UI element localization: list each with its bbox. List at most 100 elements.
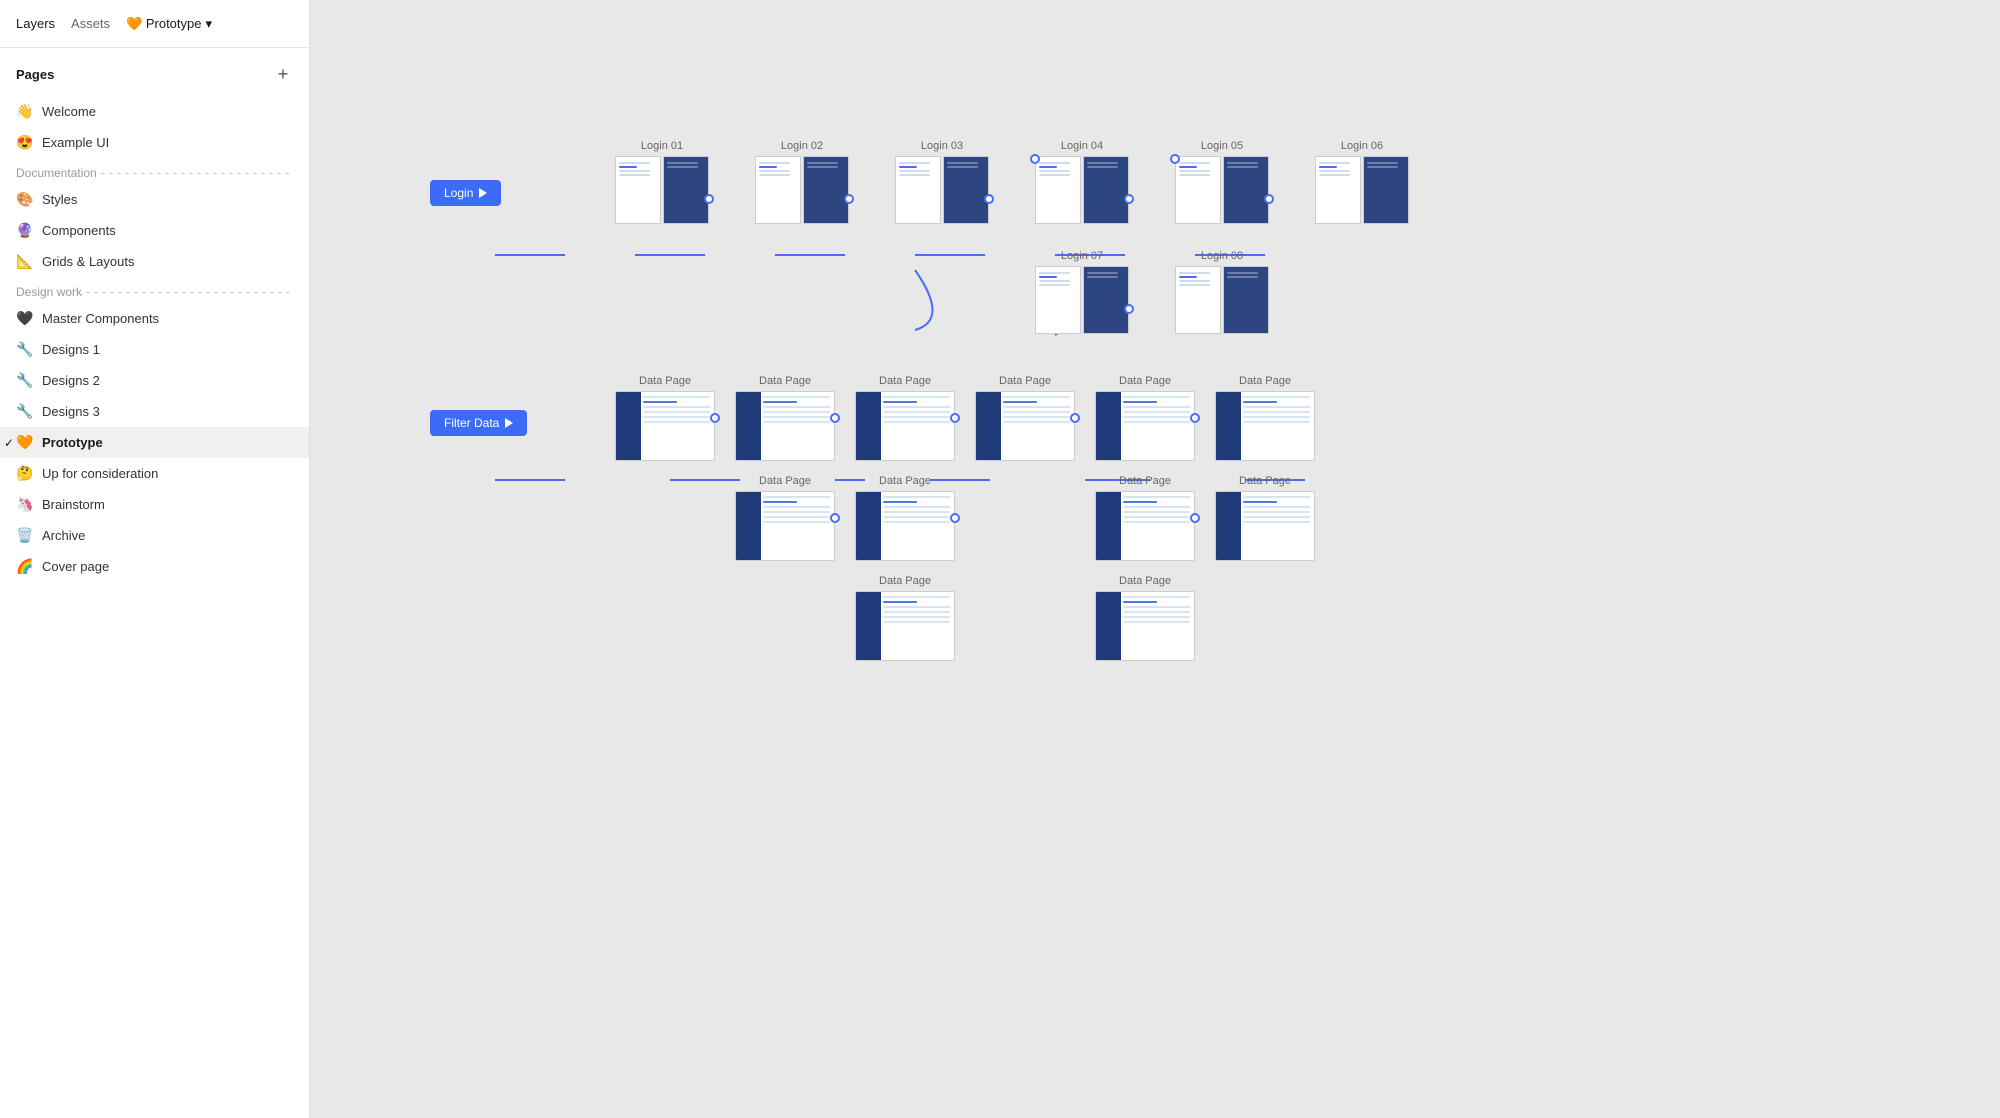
login-play-icon [479,188,487,198]
tab-assets[interactable]: Assets [71,14,110,33]
dp02-connector [830,413,840,423]
login02-label: Login 02 [755,140,849,152]
page-label-components: Components [42,223,116,238]
page-item-grids[interactable]: 📐 Grids & Layouts [0,246,309,277]
page-label-master-components: Master Components [42,311,159,326]
dp02-frame [735,391,835,461]
login08-frame-b [1223,266,1269,334]
login07-frame-a [1035,266,1081,334]
tab-layers[interactable]: Layers [16,14,55,33]
page-item-styles[interactable]: 🎨 Styles [0,184,309,215]
page-label-designs2: Designs 2 [42,373,100,388]
grids-icon: 📐 [16,253,34,270]
login04-frame-a [1035,156,1081,224]
login-node-05: Login 05 [1175,140,1269,224]
page-label-brainstorm: Brainstorm [42,497,105,512]
page-label-cover: Cover page [42,559,109,574]
data-node-11: Data Page [855,575,955,661]
page-item-archive[interactable]: 🗑️ Archive [0,520,309,551]
data-node-12: Data Page [1095,575,1195,661]
consideration-icon: 🤔 [16,465,34,482]
dp03-frame [855,391,955,461]
login06-frames [1315,156,1409,224]
filter-start-button[interactable]: Filter Data [430,410,527,436]
dp08-frame [855,491,955,561]
dp08-label: Data Page [855,475,955,487]
page-label-prototype: Prototype [42,435,103,450]
data-node-10: Data Page [1215,475,1315,561]
page-item-master-components[interactable]: 🖤 Master Components [0,303,309,334]
login04-connector-right [1124,194,1134,204]
login-node-04: Login 04 [1035,140,1129,224]
chevron-down-icon: ▾ [206,16,213,32]
dp04-label: Data Page [975,375,1075,387]
dp01-label: Data Page [615,375,715,387]
page-label-archive: Archive [42,528,85,543]
page-item-example-ui[interactable]: 😍 Example UI [0,127,309,158]
login08-label: Login 08 [1175,250,1269,262]
welcome-icon: 👋 [16,103,34,120]
dp06-frame [1215,391,1315,461]
login05-label: Login 05 [1175,140,1269,152]
section-label-documentation: Documentation [16,166,97,180]
login01-frame-b [663,156,709,224]
login06-frame-a [1315,156,1361,224]
dp03-connector [950,413,960,423]
login01-label: Login 01 [615,140,709,152]
example-ui-icon: 😍 [16,134,34,151]
main-canvas[interactable]: Login Login 01 Login 02 [310,0,2000,1118]
dp01-connector [710,413,720,423]
login-node-08: Login 08 [1175,250,1269,334]
page-item-components[interactable]: 🔮 Components [0,215,309,246]
dp01-frame [615,391,715,461]
data-node-09: Data Page [1095,475,1195,561]
dp07-connector [830,513,840,523]
login04-frame-b [1083,156,1129,224]
login05-frame-b [1223,156,1269,224]
page-label-grids: Grids & Layouts [42,254,135,269]
page-item-welcome[interactable]: 👋 Welcome [0,96,309,127]
page-label-example-ui: Example UI [42,135,109,150]
data-node-01: Data Page [615,375,715,461]
login07-connector [1124,304,1134,314]
page-item-designs1[interactable]: 🔧 Designs 1 [0,334,309,365]
dp04-connector [1070,413,1080,423]
prototype-tab-label: 🧡 Prototype [126,16,201,32]
section-divider-design-work: Design work [0,277,309,303]
page-item-cover[interactable]: 🌈 Cover page [0,551,309,582]
login03-frame-a [895,156,941,224]
login02-connector [844,194,854,204]
login07-frames [1035,266,1129,334]
pages-panel: Pages + 👋 Welcome 😍 Example UI Documenta… [0,48,309,1118]
login05-connector-bottom [1170,154,1180,164]
filter-start-area: Filter Data [430,410,527,436]
pages-title: Pages [16,67,54,82]
dp12-frame [1095,591,1195,661]
data-node-02: Data Page [735,375,835,461]
login-node-03: Login 03 [895,140,989,224]
page-label-designs1: Designs 1 [42,342,100,357]
add-page-button[interactable]: + [273,64,293,84]
login-start-button[interactable]: Login [430,180,501,206]
dp08-connector [950,513,960,523]
tab-prototype[interactable]: 🧡 Prototype ▾ [126,16,212,32]
dp02-label: Data Page [735,375,835,387]
page-item-designs2[interactable]: 🔧 Designs 2 [0,365,309,396]
login-node-01: Login 01 [615,140,709,224]
login02-frames [755,156,849,224]
login02-frame-b [803,156,849,224]
login07-frame-b [1083,266,1129,334]
page-label-styles: Styles [42,192,77,207]
login05-frame-a [1175,156,1221,224]
login-node-02: Login 02 [755,140,849,224]
page-item-designs3[interactable]: 🔧 Designs 3 [0,396,309,427]
dp04-frame [975,391,1075,461]
login07-label: Login 07 [1035,250,1129,262]
login-node-07: Login 07 [1035,250,1129,334]
page-item-brainstorm[interactable]: 🦄 Brainstorm [0,489,309,520]
page-item-prototype[interactable]: ✓ 🧡 Prototype [0,427,309,458]
login01-frames [615,156,709,224]
sidebar-header: Layers Assets 🧡 Prototype ▾ [0,0,309,48]
filter-start-label: Filter Data [444,416,499,430]
page-item-consideration[interactable]: 🤔 Up for consideration [0,458,309,489]
